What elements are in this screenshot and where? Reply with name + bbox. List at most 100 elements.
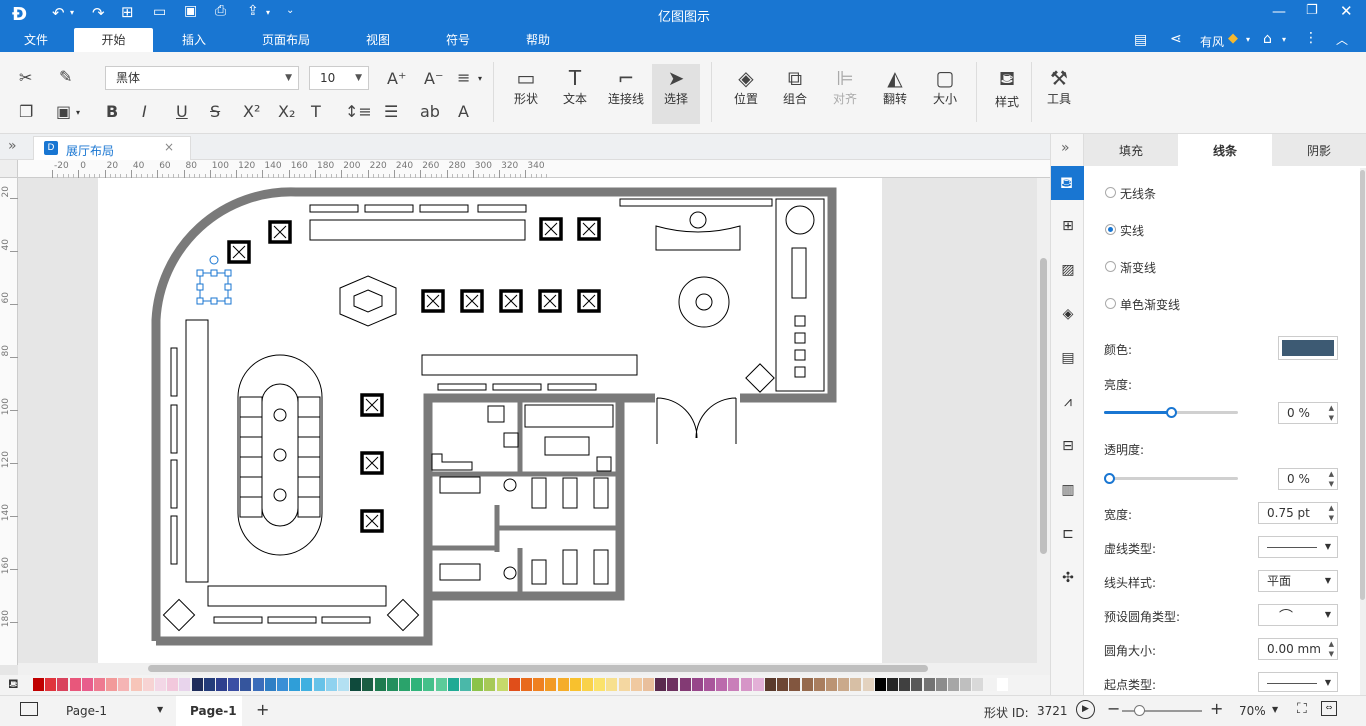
start-type-select[interactable]: ▼ — [1258, 672, 1338, 692]
font-family-select[interactable]: 黑体 ▼ — [105, 66, 299, 90]
app-logo-icon[interactable]: Ð — [12, 4, 32, 25]
shape-button[interactable]: ▭ 形状 — [507, 66, 545, 107]
strikethrough-icon[interactable]: S — [210, 102, 220, 121]
color-swatch[interactable] — [118, 678, 130, 691]
building-icon[interactable]: ▥ — [1059, 482, 1077, 500]
color-swatch[interactable] — [155, 678, 166, 691]
color-swatch[interactable] — [264, 678, 276, 691]
color-swatch[interactable] — [362, 678, 374, 691]
color-swatch[interactable] — [313, 678, 325, 691]
color-swatch[interactable] — [643, 678, 654, 691]
color-swatch[interactable] — [399, 678, 410, 691]
color-swatch[interactable] — [716, 678, 728, 691]
brightness-slider[interactable] — [1104, 407, 1238, 418]
corner-size-input[interactable]: 0.00 mm ▲ ▼ — [1258, 638, 1338, 660]
color-swatch[interactable] — [728, 678, 740, 691]
table-icon[interactable]: ⊟ — [1059, 438, 1077, 456]
color-swatch[interactable] — [216, 678, 227, 691]
drawing-page[interactable] — [98, 178, 882, 663]
color-swatch[interactable] — [923, 678, 935, 691]
minimize-button[interactable]: — — [1272, 4, 1286, 20]
color-swatch[interactable] — [350, 678, 362, 691]
color-swatch[interactable] — [484, 678, 496, 691]
font-color-icon[interactable]: A — [458, 102, 469, 121]
color-swatch[interactable] — [752, 678, 764, 691]
text-case-icon[interactable]: ab — [420, 102, 440, 121]
presentation-icon[interactable]: ⊏ — [1059, 526, 1077, 544]
menu-insert[interactable]: 插入 — [168, 28, 220, 52]
width-input[interactable]: 0.75 pt ▲ ▼ — [1258, 502, 1338, 524]
page-icon[interactable]: ▤ — [1059, 350, 1077, 368]
restore-button[interactable]: ❐ — [1306, 3, 1318, 18]
brightness-slider-knob[interactable] — [1166, 407, 1177, 418]
document-tab[interactable]: D 展厅布局 × — [33, 136, 191, 160]
text-style-icon[interactable]: T — [311, 102, 321, 121]
color-swatch[interactable] — [472, 678, 484, 691]
color-swatch[interactable] — [496, 678, 508, 691]
color-swatch[interactable] — [167, 678, 179, 691]
color-swatch[interactable] — [948, 678, 959, 691]
color-swatch[interactable] — [826, 678, 837, 691]
page-selector-dropdown-icon[interactable]: ▼ — [157, 705, 163, 714]
spinner-arrows-icon[interactable]: ▲ ▼ — [1329, 503, 1334, 523]
color-swatch[interactable] — [57, 678, 69, 691]
paste-dropdown-icon[interactable]: ▾ — [76, 108, 80, 117]
dash-type-select[interactable]: ▼ — [1258, 536, 1338, 558]
menu-view[interactable]: 视图 — [352, 28, 404, 52]
color-swatch[interactable] — [203, 678, 215, 691]
color-swatch[interactable] — [325, 678, 337, 691]
color-swatch[interactable] — [911, 678, 923, 691]
color-swatch[interactable] — [569, 678, 581, 691]
print-icon[interactable]: ⎙ — [215, 3, 226, 19]
color-swatch[interactable] — [838, 678, 850, 691]
color-swatch[interactable] — [374, 678, 386, 691]
radio-solid-line[interactable] — [1105, 224, 1116, 235]
export-icon[interactable]: ⇪ — [247, 3, 259, 19]
cut-icon[interactable]: ✂ — [19, 68, 32, 87]
undo-icon[interactable]: ↶ — [52, 4, 65, 22]
export-dropdown-icon[interactable]: ▾ — [266, 8, 270, 17]
color-swatch[interactable] — [935, 678, 947, 691]
save-icon[interactable]: ▣ — [184, 3, 197, 19]
menu-home[interactable]: 开始 — [74, 28, 153, 52]
color-swatch[interactable] — [777, 678, 789, 691]
bold-icon[interactable]: B — [106, 102, 118, 121]
color-swatch[interactable] — [386, 678, 398, 691]
comment-icon[interactable]: ▤ — [1134, 32, 1147, 48]
spinner-arrows-icon[interactable]: ▲ ▼ — [1329, 469, 1334, 489]
transparency-input[interactable]: 0 % ▲ ▼ — [1278, 468, 1338, 490]
page-tab[interactable]: Page-1 — [176, 696, 242, 726]
fullscreen-icon[interactable]: ⇔ — [1321, 701, 1337, 716]
color-swatch[interactable] — [960, 678, 972, 691]
page-selector[interactable]: Page-1 — [66, 704, 107, 718]
group-button[interactable]: ⧉ 组合 — [776, 66, 814, 107]
brightness-input[interactable]: 0 % ▲ ▼ — [1278, 402, 1338, 424]
color-swatch[interactable] — [240, 678, 252, 691]
color-swatch[interactable] — [679, 678, 691, 691]
chart-icon[interactable]: ⩘ — [1059, 394, 1077, 412]
color-swatch[interactable] — [81, 678, 93, 691]
paste-icon[interactable]: ▣ — [56, 102, 71, 121]
radio-no-line[interactable] — [1105, 187, 1116, 198]
skin-icon[interactable]: ⌂ — [1263, 31, 1272, 47]
color-swatch[interactable] — [972, 678, 984, 691]
corner-type-select[interactable]: ⌒ ▼ — [1258, 604, 1338, 626]
transparency-slider[interactable] — [1104, 473, 1238, 484]
transparency-slider-knob[interactable] — [1104, 473, 1115, 484]
color-picker[interactable] — [1278, 336, 1338, 360]
italic-icon[interactable]: I — [142, 102, 147, 121]
menu-help[interactable]: 帮助 — [512, 28, 564, 52]
line-spacing-icon[interactable]: ↕≡ — [345, 102, 372, 121]
color-swatch[interactable] — [618, 678, 630, 691]
color-swatch[interactable] — [277, 678, 288, 691]
vertical-scroll-thumb[interactable] — [1040, 258, 1047, 554]
tab-fill[interactable]: 填充 — [1084, 134, 1178, 166]
color-swatch[interactable] — [557, 678, 569, 691]
align-button[interactable]: ⊫ 对齐 — [826, 66, 864, 107]
fill-bucket-icon[interactable]: ⛾ — [8, 677, 19, 694]
color-swatch[interactable] — [899, 678, 911, 691]
horizontal-scrollbar[interactable] — [18, 663, 1050, 675]
color-swatch[interactable] — [191, 678, 203, 691]
color-swatch[interactable] — [582, 678, 593, 691]
page-view-icon[interactable] — [20, 702, 38, 716]
